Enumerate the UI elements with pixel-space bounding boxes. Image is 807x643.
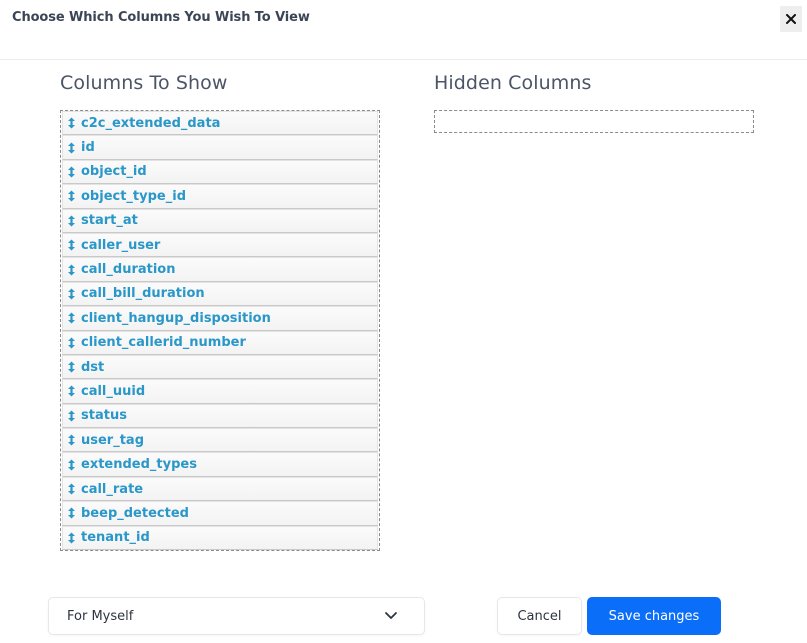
column-label: object_type_id — [81, 188, 187, 204]
column-item[interactable]: c2c_extended_data — [62, 111, 378, 136]
sort-vertical-icon — [68, 434, 75, 446]
sort-vertical-icon — [68, 166, 75, 178]
columns-to-show-list[interactable]: c2c_extended_dataid object_id object_type_… — [60, 110, 380, 552]
hidden-columns-list[interactable] — [434, 110, 754, 133]
save-changes-button[interactable]: Save changes — [587, 597, 721, 635]
column-item[interactable]: client_hangup_disposition — [62, 306, 378, 331]
chevron-down-icon — [385, 612, 397, 619]
sort-vertical-icon — [68, 483, 75, 495]
column-item[interactable]: call_uuid — [62, 379, 378, 404]
sort-vertical-icon — [68, 385, 75, 397]
close-icon — [786, 14, 796, 24]
column-item[interactable]: tenant_id — [62, 525, 378, 551]
column-label: object_id — [81, 164, 147, 180]
column-label: id — [81, 140, 95, 156]
column-label: call_duration — [81, 262, 176, 278]
sort-vertical-icon — [68, 337, 75, 349]
column-item[interactable]: status — [62, 403, 378, 429]
sort-vertical-icon — [68, 410, 75, 422]
column-label: client_hangup_disposition — [81, 310, 271, 326]
column-label: extended_types — [81, 457, 197, 473]
column-item[interactable]: beep_detected — [62, 501, 378, 526]
modal-header: Choose Which Columns You Wish To View — [0, 0, 807, 60]
column-item[interactable]: caller_user — [62, 232, 378, 258]
column-label: start_at — [81, 213, 138, 229]
modal-title: Choose Which Columns You Wish To View — [12, 10, 310, 25]
column-item[interactable]: start_at — [62, 208, 378, 233]
sort-vertical-icon — [68, 361, 75, 373]
column-item[interactable]: call_rate — [62, 476, 378, 502]
column-label: dst — [81, 359, 105, 375]
sort-vertical-icon — [68, 215, 75, 227]
sort-vertical-icon — [68, 117, 75, 129]
column-item[interactable]: object_type_id — [62, 184, 378, 209]
sort-vertical-icon — [68, 288, 75, 300]
sort-vertical-icon — [68, 190, 75, 202]
column-label: beep_detected — [81, 505, 189, 521]
column-label: call_rate — [81, 481, 144, 497]
sort-vertical-icon — [68, 142, 75, 154]
close-button[interactable] — [780, 6, 802, 32]
column-label: tenant_id — [81, 530, 150, 546]
scope-select[interactable]: For Myself — [48, 597, 425, 635]
sort-vertical-icon — [68, 312, 75, 324]
column-label: c2c_extended_data — [81, 115, 221, 131]
column-label: call_uuid — [81, 383, 146, 399]
column-item[interactable]: object_id — [62, 159, 378, 185]
column-label: client_callerid_number — [81, 335, 246, 351]
column-item[interactable]: extended_types — [62, 452, 378, 477]
column-item[interactable]: dst — [62, 354, 378, 380]
column-item[interactable]: call_duration — [62, 257, 378, 282]
column-label: user_tag — [81, 432, 145, 448]
column-item[interactable]: call_bill_duration — [62, 281, 378, 307]
column-item[interactable]: id — [62, 135, 378, 160]
sort-vertical-icon — [68, 532, 75, 544]
hidden-columns-title: Hidden Columns — [434, 72, 592, 94]
column-label: status — [81, 408, 127, 424]
scope-select-value: For Myself — [67, 608, 134, 624]
cancel-button[interactable]: Cancel — [497, 597, 582, 635]
column-item[interactable]: client_callerid_number — [62, 330, 378, 355]
sort-vertical-icon — [68, 239, 75, 251]
columns-to-show-title: Columns To Show — [60, 72, 228, 94]
column-label: caller_user — [81, 237, 161, 253]
sort-vertical-icon — [68, 264, 75, 276]
sort-vertical-icon — [68, 459, 75, 471]
column-label: call_bill_duration — [81, 286, 205, 302]
column-item[interactable]: user_tag — [62, 428, 378, 453]
sort-vertical-icon — [68, 507, 75, 519]
